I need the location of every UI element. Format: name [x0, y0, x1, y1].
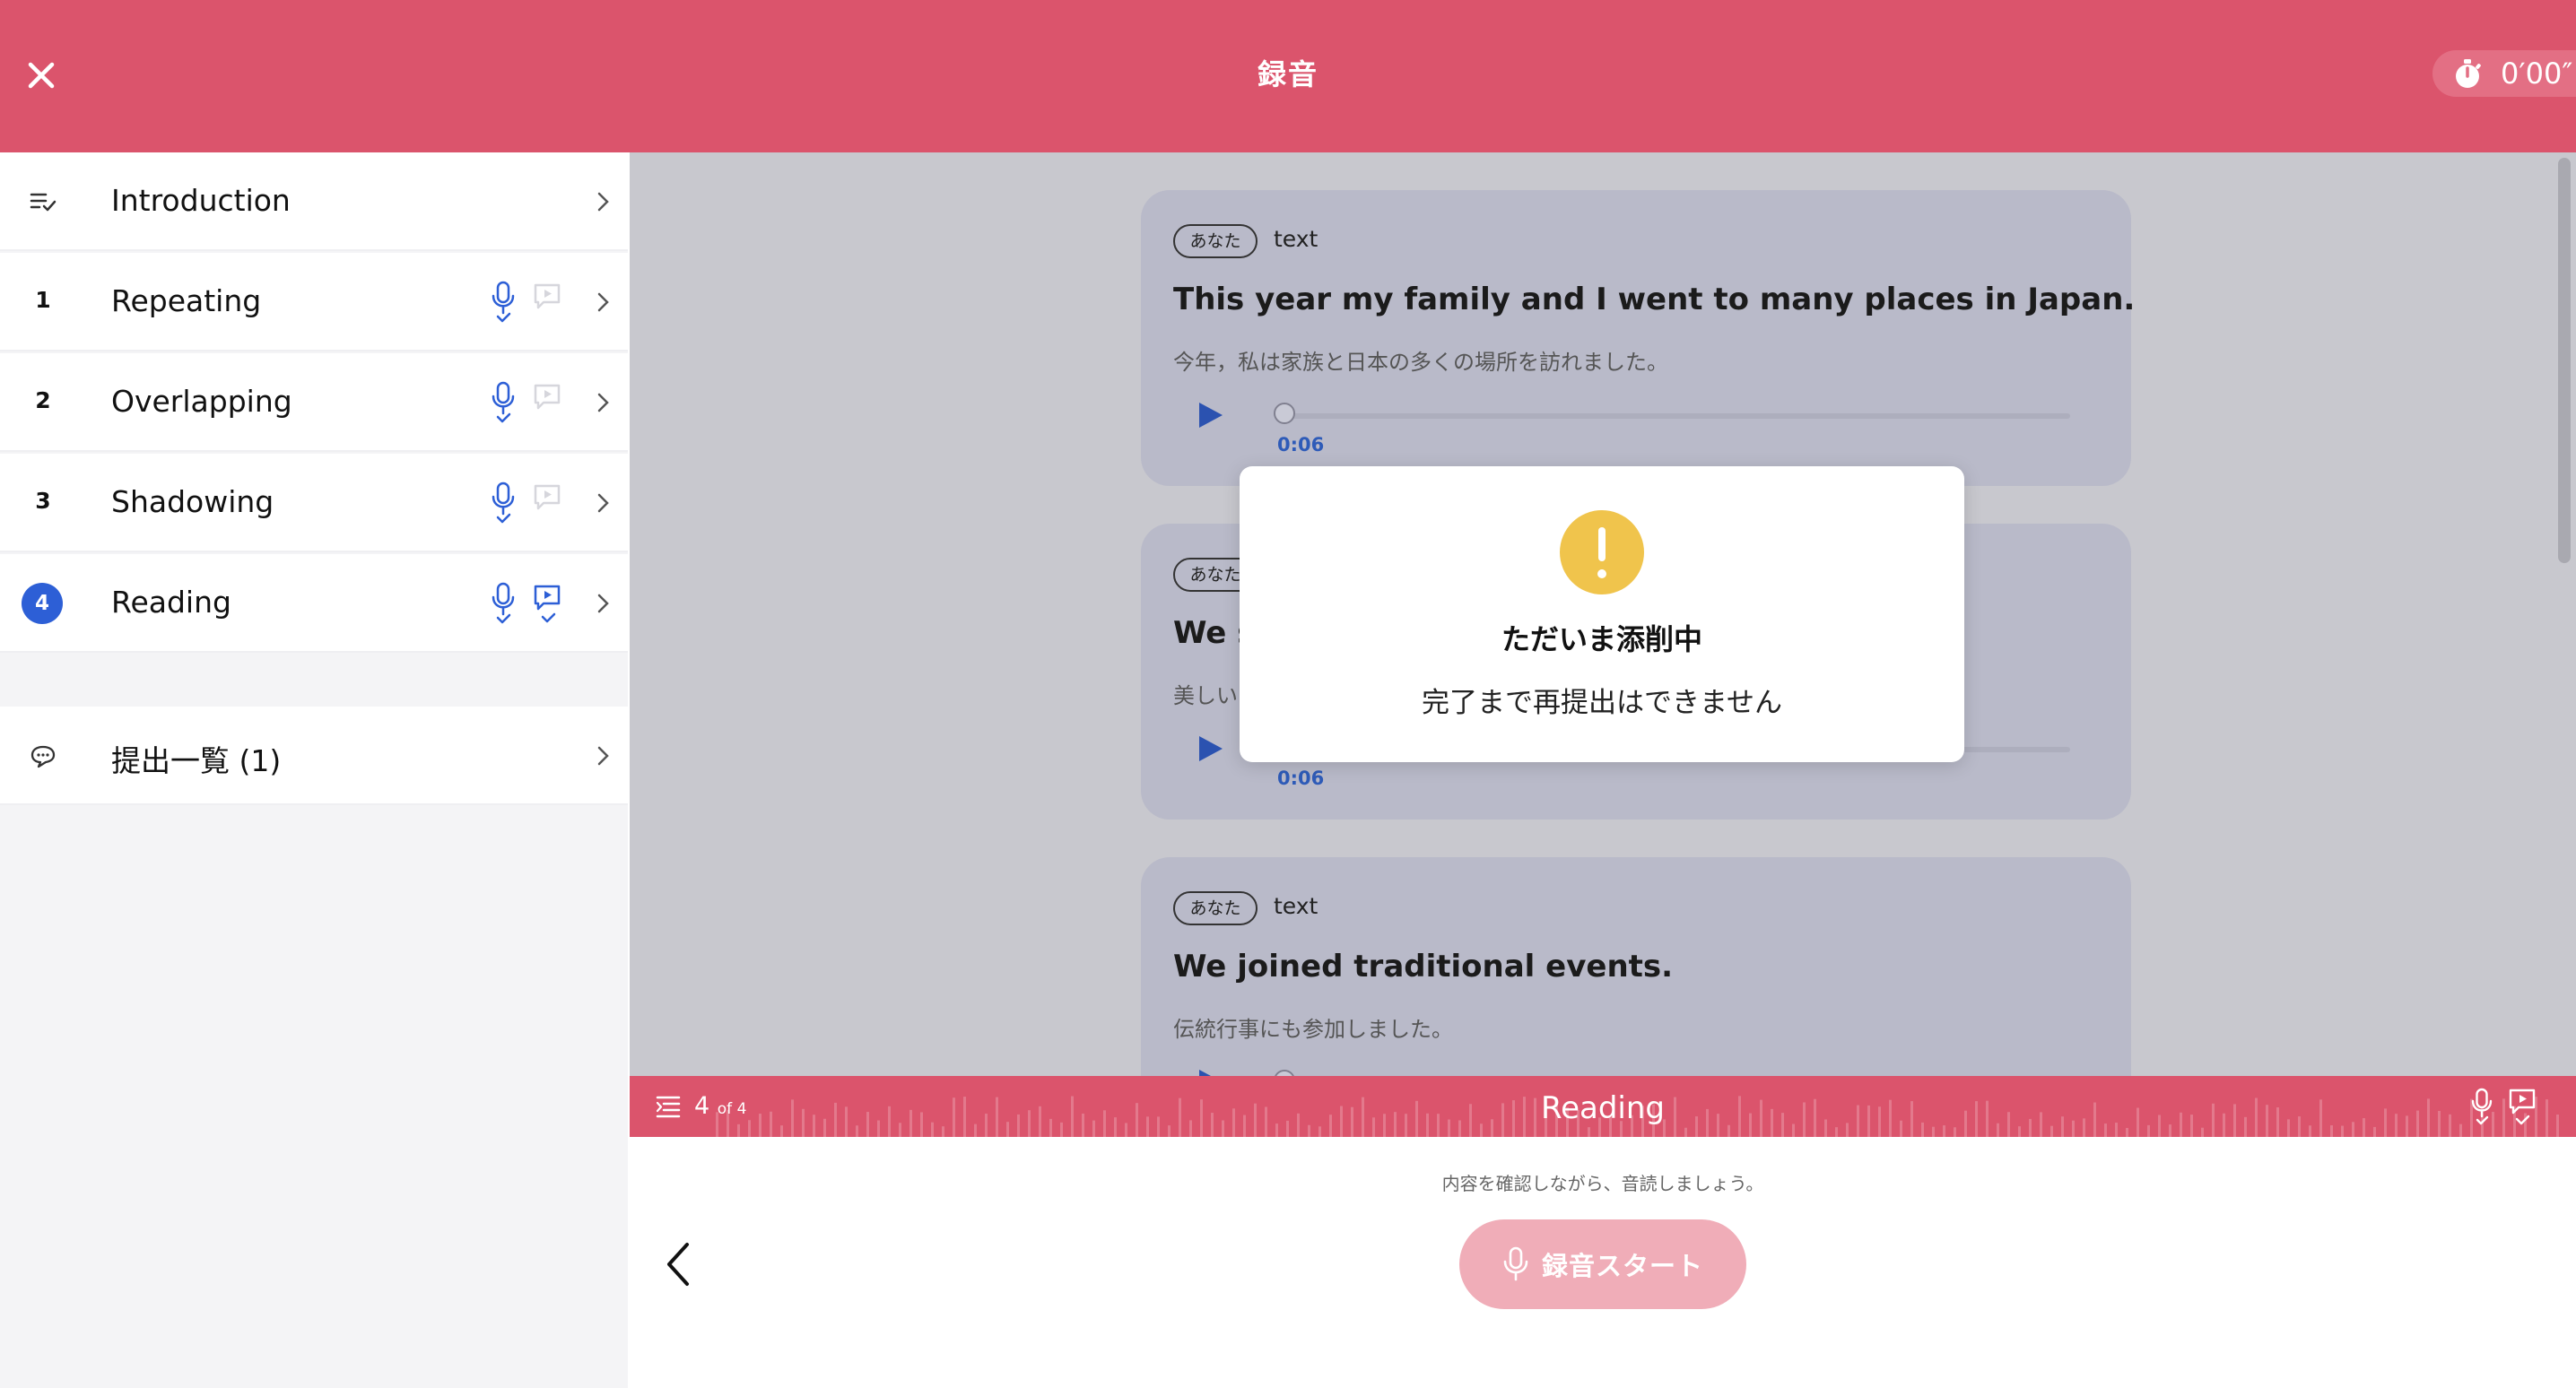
- audio-duration: 0:06: [1277, 768, 1325, 789]
- chevron-right-icon: [597, 594, 609, 613]
- timer-value: 0′00″: [2501, 56, 2573, 91]
- sidebar: Introduction 1 Repeating 2 Overlapping 3…: [0, 152, 628, 1388]
- record-start-label: 録音スタート: [1541, 1251, 1703, 1281]
- mic-check-icon: [492, 481, 515, 524]
- scrollbar[interactable]: [2558, 158, 2571, 563]
- speech-play-icon: [534, 585, 561, 623]
- speaker-pill: あなた: [1173, 224, 1258, 258]
- sidebar-item-label: Shadowing: [111, 484, 274, 519]
- sidebar-item-label: 提出一覧 (1): [111, 743, 282, 778]
- speaker-pill: あなた: [1173, 891, 1258, 925]
- step-number: 2: [35, 387, 51, 413]
- play-icon[interactable]: [1195, 400, 1225, 430]
- sentence-card: あなた text This year my family and I went …: [1141, 190, 2135, 486]
- section-progress-bar: 4 of 4 Reading: [630, 1076, 2576, 1137]
- timer-badge: 0′00″: [2432, 50, 2576, 97]
- play-icon[interactable]: [1195, 733, 1225, 764]
- sidebar-item-submissions[interactable]: 提出一覧 (1): [0, 707, 628, 805]
- speech-play-icon: [2509, 1089, 2536, 1125]
- chevron-right-icon: [597, 393, 609, 412]
- grading-dialog: ただいま添削中 完了まで再提出はできません: [1240, 466, 1964, 762]
- exclamation-icon: [1560, 510, 1644, 594]
- sidebar-item-reading[interactable]: 4 Reading: [0, 554, 628, 653]
- recording-controls: 内容を確認しながら、音読しましょう。 録音スタート: [630, 1137, 2576, 1388]
- mic-check-icon: [2471, 1088, 2493, 1125]
- comment-icon: [30, 745, 56, 768]
- sidebar-item-overlapping[interactable]: 2 Overlapping: [0, 353, 628, 452]
- speech-play-icon: [534, 283, 561, 309]
- sidebar-item-label: Repeating: [111, 283, 262, 318]
- audio-duration: 0:06: [1277, 434, 1325, 455]
- step-number: 3: [35, 488, 51, 514]
- audio-scrubber[interactable]: [1274, 403, 1295, 424]
- sidebar-item-label: Overlapping: [111, 384, 292, 419]
- app-header: 録音 0′00″: [0, 0, 2576, 152]
- dialog-title: ただいま添削中: [1501, 622, 1702, 656]
- sidebar-item-label: Reading: [111, 585, 231, 620]
- mic-check-icon: [492, 582, 515, 624]
- japanese-translation: 伝統行事にも参加しました。: [1173, 1017, 1453, 1042]
- sentence-card: あなた text We joined traditional events. 伝…: [1141, 857, 2131, 1076]
- chevron-right-icon: [597, 493, 609, 513]
- step-number-active: 4: [22, 583, 63, 624]
- sidebar-item-shadowing[interactable]: 3 Shadowing: [0, 454, 628, 552]
- sidebar-item-introduction[interactable]: Introduction: [0, 152, 628, 251]
- chevron-right-icon: [597, 192, 609, 212]
- mic-icon: [1503, 1246, 1528, 1281]
- chevron-right-icon: [597, 292, 609, 312]
- chevron-right-icon: [597, 746, 609, 766]
- mic-check-icon: [492, 281, 515, 323]
- dialog-message: 完了まで再提出はできません: [1421, 687, 1783, 719]
- english-sentence: This year my family and I went to many p…: [1173, 282, 2136, 317]
- play-icon[interactable]: [1195, 1067, 1225, 1076]
- japanese-translation: 美しい: [1173, 683, 1238, 708]
- audio-track[interactable]: [1284, 413, 2070, 419]
- stopwatch-icon: [2456, 59, 2481, 88]
- chevron-left-icon[interactable]: [660, 1237, 696, 1291]
- section-title: Reading: [1540, 1090, 1665, 1126]
- record-start-button[interactable]: 録音スタート: [1459, 1219, 1746, 1309]
- japanese-translation: 今年，私は家族と日本の多くの場所を訪れました。: [1173, 350, 1668, 375]
- step-number: 1: [35, 287, 51, 313]
- list-check-icon: [30, 193, 57, 212]
- instruction-hint: 内容を確認しながら、音読しましょう。: [1441, 1173, 1764, 1194]
- card-tag: text: [1274, 226, 1318, 252]
- speech-play-icon: [534, 384, 561, 410]
- sidebar-item-repeating[interactable]: 1 Repeating: [0, 253, 628, 351]
- page-title: 録音: [1257, 57, 1318, 91]
- card-tag: text: [1274, 893, 1318, 919]
- sidebar-item-label: Introduction: [111, 183, 291, 218]
- english-sentence: We joined traditional events.: [1173, 949, 1674, 985]
- speech-play-icon: [534, 484, 561, 510]
- mic-check-icon: [492, 381, 515, 423]
- audio-scrubber[interactable]: [1274, 1070, 1295, 1076]
